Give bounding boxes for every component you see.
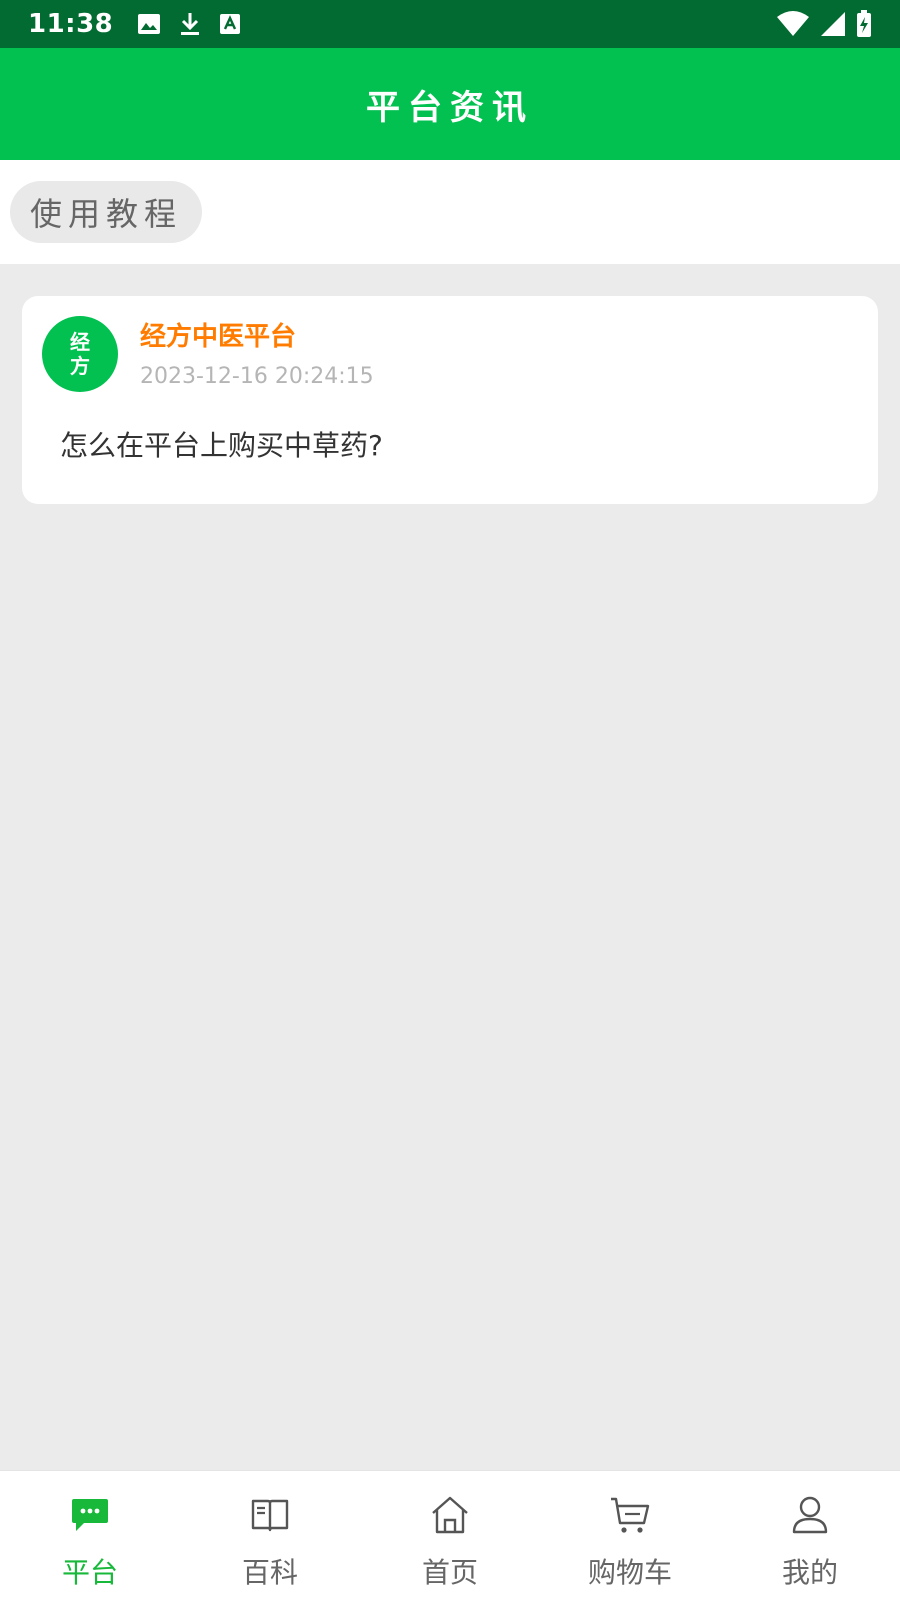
home-icon [428, 1493, 472, 1537]
status-bar: 11:38 [0, 0, 900, 48]
user-icon [788, 1493, 832, 1537]
post-author: 经方中医平台 [140, 322, 297, 352]
tab-encyclopedia[interactable]: 百科 [180, 1471, 360, 1600]
category-chip-tutorial[interactable]: 使用教程 [10, 181, 203, 243]
tab-label: 百科 [241, 1556, 298, 1589]
book-icon [248, 1493, 292, 1537]
download-icon [179, 11, 201, 37]
keyboard-a-icon [219, 13, 241, 35]
signal-icon [820, 11, 846, 37]
tab-label: 我的 [781, 1556, 838, 1589]
tab-label: 首页 [421, 1556, 478, 1589]
tab-label: 平台 [61, 1556, 118, 1589]
tab-profile[interactable]: 我的 [720, 1471, 900, 1600]
post-title[interactable]: 怎么在平台上购买中草药? [60, 424, 383, 464]
bottom-tab-bar: 平台 百科 首页 购物车 我的 [0, 1470, 900, 1600]
avatar: 经 方 [42, 316, 118, 392]
tab-home[interactable]: 首页 [360, 1471, 540, 1600]
status-time: 11:38 [28, 9, 114, 39]
tab-platform[interactable]: 平台 [0, 1471, 180, 1600]
system-icons [776, 10, 872, 38]
wifi-icon [776, 11, 810, 37]
app-header: 平台资讯 [0, 48, 900, 160]
page-title: 平台资讯 [366, 87, 534, 128]
app-screen: 11:38 平台资讯 使用教程 经 方 经方中医平台 2023-12-16 20… [0, 0, 900, 1600]
notification-icons [137, 11, 241, 37]
tab-label: 购物车 [587, 1556, 672, 1589]
post-timestamp: 2023-12-16 20:24:15 [140, 364, 374, 389]
avatar-text-line2: 方 [70, 354, 90, 378]
cart-icon [608, 1493, 652, 1537]
post-card[interactable]: 经 方 经方中医平台 2023-12-16 20:24:15 怎么在平台上购买中… [22, 296, 878, 504]
avatar-text-line1: 经 [70, 330, 90, 354]
image-icon [137, 13, 161, 35]
battery-charging-icon [856, 10, 872, 38]
category-strip: 使用教程 [0, 160, 900, 264]
tab-cart[interactable]: 购物车 [540, 1471, 720, 1600]
chat-bubble-icon [68, 1493, 112, 1537]
